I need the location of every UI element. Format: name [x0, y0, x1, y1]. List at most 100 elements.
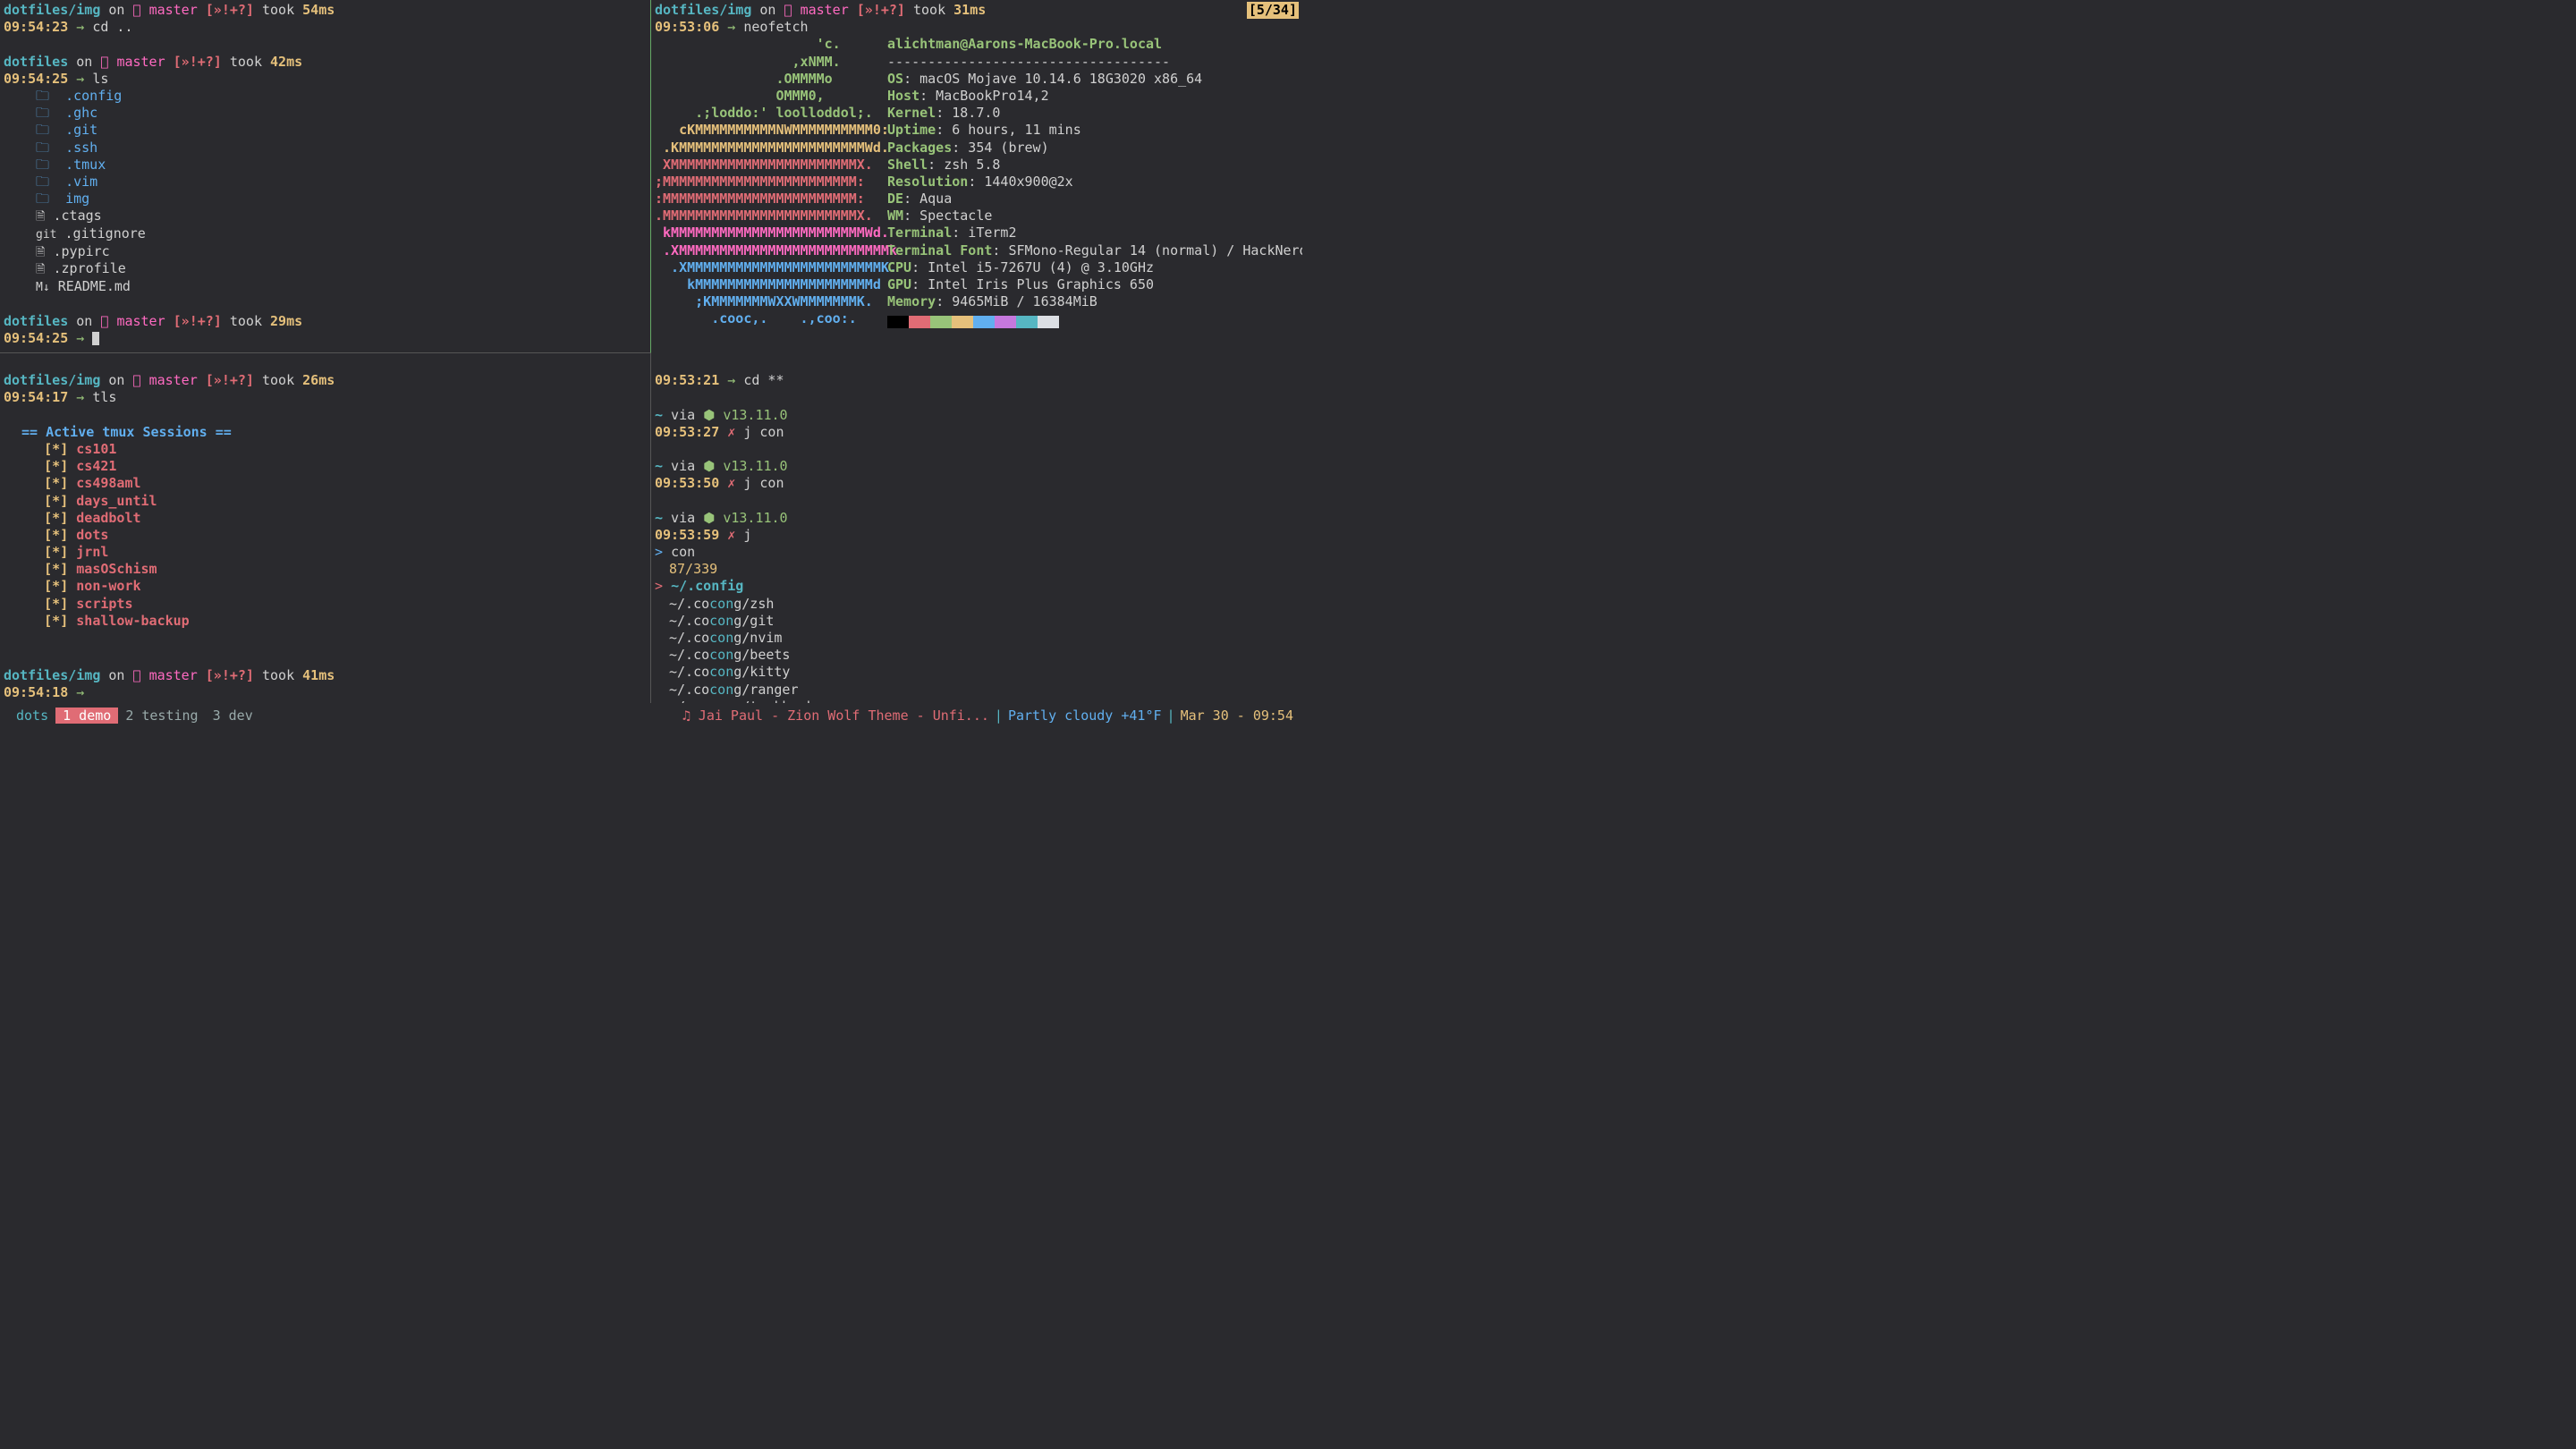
statusbar-separator: |	[989, 708, 1008, 724]
neofetch-row: WM: Spectacle	[887, 208, 1302, 225]
neofetch-row: Host: MacBookPro14,2	[887, 88, 1302, 105]
neofetch-row: OS: macOS Mojave 10.14.6 18G3020 x86_64	[887, 71, 1302, 88]
folder-icon: 🗀	[36, 174, 49, 190]
ls-dir: 🗀 .git	[4, 122, 647, 139]
color-swatch	[1016, 316, 1038, 328]
tmux-session-item: [*] jrnl	[4, 544, 647, 561]
markdown-icon: M↓	[36, 281, 50, 294]
folder-icon: 🗀	[36, 122, 49, 138]
neofetch-row: Packages: 354 (brew)	[887, 140, 1302, 157]
ls-dir: 🗀 .ghc	[4, 105, 647, 122]
ls-dir: 🗀 .config	[4, 88, 647, 105]
ls-dir: 🗀 .tmux	[4, 157, 647, 174]
prompt-line: 09:54:25 → ls	[4, 71, 647, 88]
fzf-item[interactable]: ~/.cocong/kitty	[655, 664, 1299, 681]
tmux-session-item: [*] shallow-backup	[4, 613, 647, 630]
ls-file: git .gitignore	[4, 225, 647, 243]
prompt-line: dotfiles/img on  master [»!+?] took 31m…	[655, 2, 1299, 19]
tmux-sessions-header: == Active tmux Sessions ==	[4, 424, 647, 441]
neofetch-row: Terminal Font: SFMono-Regular 14 (normal…	[887, 242, 1302, 259]
pane-bottom-left[interactable]: dotfiles/img on  master [»!+?] took 26m…	[0, 353, 651, 703]
node-icon: ⬢	[703, 407, 723, 423]
pane-bottom-right[interactable]: 09:53:21 → cd ** ~ via ⬢ v13.11.009:53:2…	[651, 353, 1302, 703]
tmux-session-item: [*] days_until	[4, 493, 647, 510]
folder-icon: 🗀	[36, 88, 49, 104]
fzf-item[interactable]: ~/.cocong/zsh	[655, 596, 1299, 613]
fzf-query[interactable]: > con	[655, 544, 1299, 561]
prompt-line: dotfiles on  master [»!+?] took 42ms	[4, 54, 647, 71]
neofetch-row: Resolution: 1440x900@2x	[887, 174, 1302, 191]
statusbar-window[interactable]: 3 dev	[206, 708, 260, 724]
error-icon: ✗	[727, 527, 735, 543]
color-swatch	[952, 316, 973, 328]
tmux-session-item: [*] cs101	[4, 441, 647, 458]
neofetch-row: DE: Aqua	[887, 191, 1302, 208]
folder-icon: 🗀	[36, 140, 49, 156]
error-icon: ✗	[727, 475, 735, 491]
neofetch-row: Shell: zsh 5.8	[887, 157, 1302, 174]
ls-dir: 🗀 img	[4, 191, 647, 208]
tmux-session-item: [*] cs498aml	[4, 475, 647, 492]
statusbar-window[interactable]: 1 demo	[55, 708, 118, 724]
tmux-session-item: [*] deadbolt	[4, 510, 647, 527]
prompt-line: dotfiles/img on  master [»!+?] took 26m…	[4, 372, 647, 389]
ls-dir: 🗀 .ssh	[4, 140, 647, 157]
neofetch-row: CPU: Intel i5-7267U (4) @ 3.10GHz	[887, 259, 1302, 276]
prompt-line[interactable]: 09:54:25 →	[4, 330, 647, 347]
fzf-item[interactable]: ~/.cocong/beets	[655, 647, 1299, 664]
color-swatch	[887, 316, 909, 328]
fzf-item[interactable]: ~/.cocong/git	[655, 613, 1299, 630]
fzf-counter: 87/339	[655, 561, 1299, 578]
prompt-line: dotfiles on  master [»!+?] took 29ms	[4, 313, 647, 330]
git-icon: git	[36, 228, 56, 242]
fzf-selected[interactable]: > ~/.config	[655, 578, 1299, 595]
prompt-line: 09:53:21 → cd **	[655, 372, 1299, 389]
neofetch-info: alichtman@Aarons-MacBook-Pro.local -----…	[887, 36, 1302, 328]
prompt-line: ~ via ⬢ v13.11.0	[655, 458, 1299, 475]
color-swatch	[973, 316, 995, 328]
node-icon: ⬢	[703, 510, 723, 526]
prompt-line: ~ via ⬢ v13.11.0	[655, 510, 1299, 527]
prompt-line[interactable]: 09:54:18 →	[4, 684, 647, 701]
neofetch-user: alichtman@Aarons-MacBook-Pro.local	[887, 36, 1302, 53]
neofetch-row: Kernel: 18.7.0	[887, 105, 1302, 122]
pane-top-left[interactable]: dotfiles/img on  master [»!+?] took 54m…	[0, 0, 651, 353]
fzf-item[interactable]: ~/.cocong/nvim	[655, 630, 1299, 647]
prompt-line: dotfiles/img on  master [»!+?] took 41m…	[4, 667, 647, 684]
color-swatches	[887, 316, 1302, 328]
neofetch-logo: 'c. ,xNMM. .OMMMMo OMMM0, .;loddo:' lool…	[655, 36, 887, 328]
neofetch-separator: -----------------------------------	[887, 54, 1302, 71]
tmux-statusbar: dots 1 demo2 testing3 dev ♫ Jai Paul - Z…	[0, 703, 1302, 730]
file-icon: 🗎	[36, 263, 45, 276]
color-swatch	[995, 316, 1016, 328]
tmux-session-item: [*] scripts	[4, 596, 647, 613]
statusbar-session[interactable]: dots	[9, 708, 55, 724]
pane-top-right[interactable]: [5/34] dotfiles/img on  master [»!+?] t…	[651, 0, 1302, 353]
prompt-line: 09:53:59 ✗ j	[655, 527, 1299, 544]
ls-dir: 🗀 .vim	[4, 174, 647, 191]
prompt-line: 09:53:50 ✗ j con	[655, 475, 1299, 492]
tmux-session-item: [*] masOSchism	[4, 561, 647, 578]
color-swatch	[1038, 316, 1059, 328]
file-icon: 🗎	[36, 246, 45, 259]
folder-icon: 🗀	[36, 105, 49, 121]
neofetch-row: Memory: 9465MiB / 16384MiB	[887, 293, 1302, 310]
tmux-session-item: [*] cs421	[4, 458, 647, 475]
statusbar-weather: Partly cloudy +41°F	[1008, 708, 1162, 724]
neofetch-row: Terminal: iTerm2	[887, 225, 1302, 242]
prompt-line: 09:54:23 → cd ..	[4, 19, 647, 36]
tmux-session-item: [*] dots	[4, 527, 647, 544]
neofetch-row: Uptime: 6 hours, 11 mins	[887, 122, 1302, 139]
prompt-line: 09:54:17 → tls	[4, 389, 647, 406]
cursor-icon	[92, 332, 99, 345]
statusbar-date: Mar 30 - 09:54	[1181, 708, 1293, 724]
fzf-item[interactable]: ~/.cocong/ranger	[655, 682, 1299, 699]
neofetch-row: GPU: Intel Iris Plus Graphics 650	[887, 276, 1302, 293]
prompt-line: 09:53:06 → neofetch	[655, 19, 1299, 36]
ls-file: 🗎 .pypirc	[4, 243, 647, 261]
folder-icon: 🗀	[36, 157, 49, 173]
ls-file: 🗎 .zprofile	[4, 260, 647, 278]
statusbar-window[interactable]: 2 testing	[118, 708, 205, 724]
statusbar-music: ♫ Jai Paul - Zion Wolf Theme - Unfi...	[682, 708, 989, 724]
node-icon: ⬢	[703, 458, 723, 474]
